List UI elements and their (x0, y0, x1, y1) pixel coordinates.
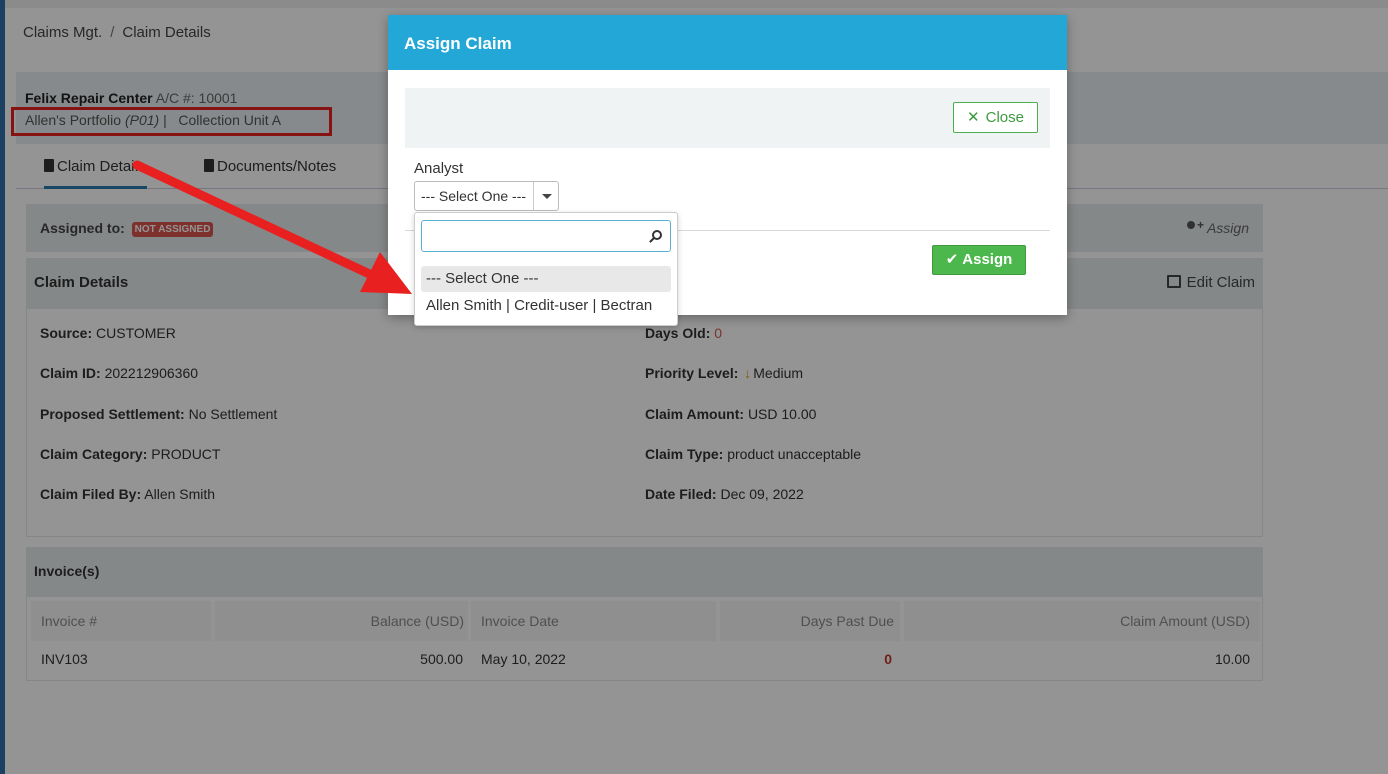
chevron-down-icon[interactable] (533, 182, 558, 210)
assign-button-label: Assign (962, 251, 1013, 268)
close-icon: ✕ (967, 109, 980, 126)
dropdown-option-select-one[interactable]: --- Select One --- (421, 266, 671, 292)
analyst-dropdown: --- Select One --- Allen Smith | Credit-… (414, 212, 678, 326)
search-icon (652, 230, 662, 240)
close-button-label: Close (985, 109, 1024, 126)
dropdown-option-allen-smith[interactable]: Allen Smith | Credit-user | Bectran (421, 293, 671, 319)
close-button[interactable]: ✕ Close (953, 102, 1038, 133)
modal-header: Assign Claim (388, 15, 1067, 70)
analyst-select[interactable]: --- Select One --- (414, 181, 559, 211)
analyst-select-value: --- Select One --- (421, 188, 527, 204)
modal-title: Assign Claim (404, 34, 512, 53)
modal-toolbar: ✕ Close (405, 88, 1050, 148)
check-icon: ✔ (945, 251, 959, 268)
assign-button[interactable]: ✔ Assign (932, 245, 1026, 275)
analyst-label: Analyst (414, 160, 464, 177)
analyst-search-input[interactable] (421, 220, 671, 252)
